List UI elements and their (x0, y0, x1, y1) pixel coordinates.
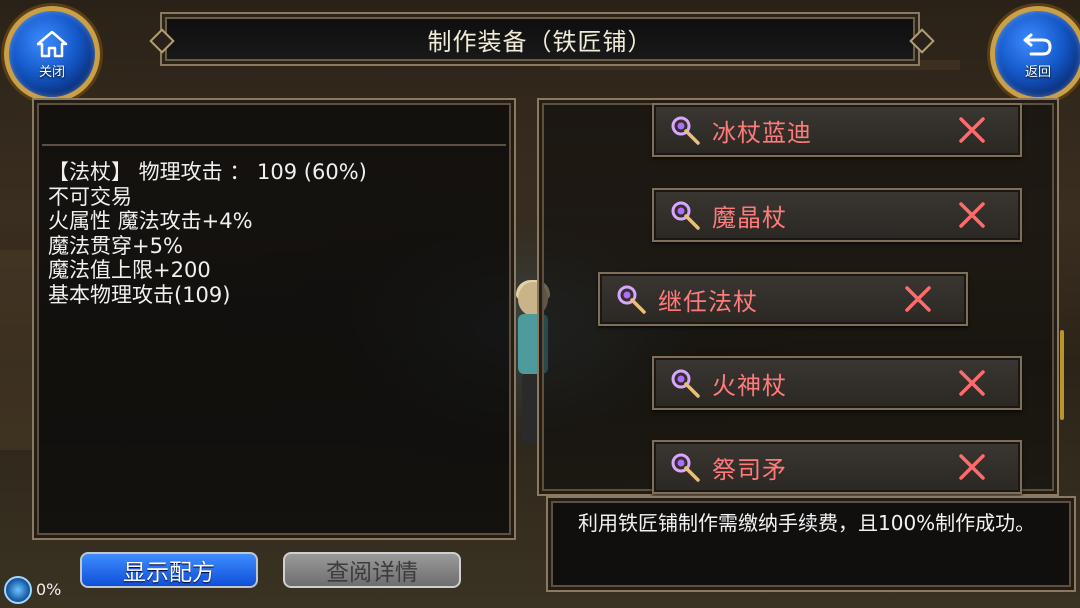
close-button[interactable]: 关闭 (4, 6, 100, 102)
loading-icon (4, 576, 32, 604)
home-icon (36, 30, 68, 57)
stat-line-magic-pierce: 魔法贯穿+5% (48, 233, 183, 258)
staff-icon (671, 453, 700, 482)
background-wall (0, 250, 32, 450)
stat-line-trade: 不可交易 (48, 184, 132, 209)
close-x-icon[interactable] (900, 281, 936, 317)
recipe-name: 火神杖 (712, 371, 787, 400)
info-text: 利用铁匠铺制作需缴纳手续费，且100%制作成功。 (578, 511, 1036, 535)
close-x-icon[interactable] (954, 112, 990, 148)
staff-icon (617, 285, 646, 314)
staff-icon (671, 116, 700, 145)
recipe-item[interactable]: 祭司矛 (652, 440, 1022, 494)
recipe-item[interactable]: 火神杖 (652, 356, 1022, 410)
view-details-button[interactable]: 查阅详情 (283, 552, 461, 588)
progress-percent: 0% (36, 580, 62, 599)
recipe-name: 继任法杖 (658, 287, 758, 316)
recipe-item[interactable]: 魔晶杖 (652, 188, 1022, 242)
show-recipe-button[interactable]: 显示配方 (80, 552, 258, 588)
staff-icon (671, 369, 700, 398)
recipe-name: 冰杖蓝迪 (712, 118, 812, 147)
close-x-icon[interactable] (954, 197, 990, 233)
recipe-item-selected[interactable]: 继任法杖 (598, 272, 968, 326)
return-arrow-icon (1023, 33, 1052, 55)
recipe-name: 祭司矛 (712, 455, 787, 484)
staff-icon (671, 201, 700, 230)
recipe-item[interactable]: 冰杖蓝迪 (652, 103, 1022, 157)
close-x-icon[interactable] (954, 449, 990, 485)
recipe-name: 魔晶杖 (712, 203, 787, 232)
stat-line-base-attack: 基本物理攻击(109) (48, 282, 231, 307)
item-stats-header (42, 108, 506, 146)
stat-line-type: 【法杖】 物理攻击 ： 109 (60%) (48, 160, 367, 184)
recipe-list-scrollbar[interactable] (1060, 330, 1064, 420)
stat-line-fire-magic: 火属性 魔法攻击+4% (48, 209, 253, 233)
stat-line-mp-max: 魔法值上限+200 (48, 258, 211, 282)
item-stats-panel: 【法杖】 物理攻击 ： 109 (60%) 不可交易 火属性 魔法攻击+4% 魔… (32, 98, 516, 540)
info-panel: 利用铁匠铺制作需缴纳手续费，且100%制作成功。 (546, 496, 1076, 592)
back-label: 返回 (1024, 64, 1051, 80)
close-x-icon[interactable] (954, 365, 990, 401)
page-title: 制作装备（铁匠铺） (427, 27, 653, 56)
item-stats-list: 【法杖】 物理攻击 ： 109 (60%) 不可交易 火属性 魔法攻击+4% 魔… (48, 160, 367, 307)
back-button[interactable]: 返回 (990, 6, 1080, 102)
title-bar: 制作装备（铁匠铺） (160, 12, 920, 66)
close-label: 关闭 (38, 64, 65, 80)
